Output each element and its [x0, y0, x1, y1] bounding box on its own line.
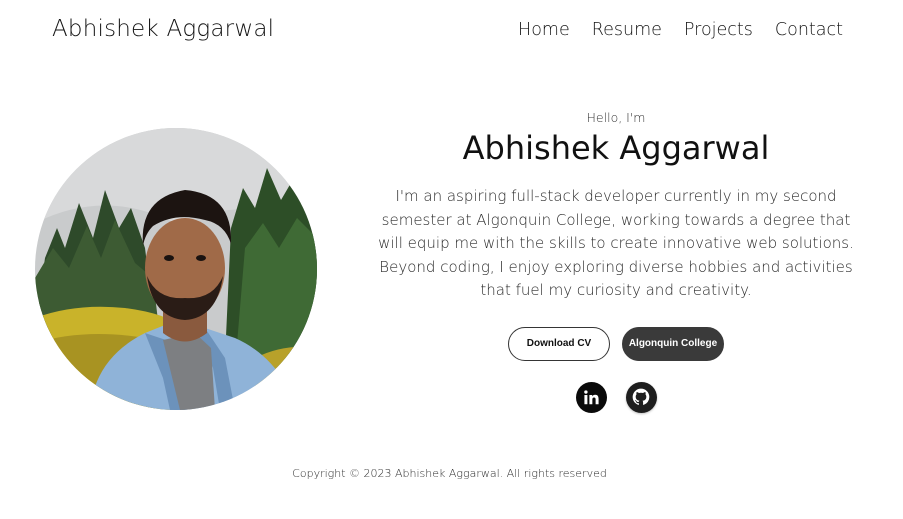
- nav-home-link[interactable]: Home: [518, 20, 570, 40]
- github-icon[interactable]: [625, 381, 657, 413]
- intro-section: Hello, I'm Abhishek Aggarwal I'm an aspi…: [370, 110, 862, 413]
- bio-text: I'm an aspiring full-stack developer cur…: [378, 187, 854, 299]
- main-nav: Home Resume Projects Contact: [518, 20, 843, 40]
- site-footer: Copyright © 2023 Abhishek Aggarwal. All …: [0, 467, 903, 480]
- profile-photo: [35, 128, 317, 410]
- site-logo[interactable]: Abhishek Aggarwal: [52, 16, 274, 42]
- portfolio-page: Abhishek Aggarwal Home Resume Projects C…: [0, 0, 903, 519]
- nav-contact-link[interactable]: Contact: [775, 20, 843, 40]
- profile-name: Abhishek Aggarwal: [462, 129, 770, 167]
- action-buttons: Download CV Algonquin College: [370, 326, 862, 361]
- nav-resume-link[interactable]: Resume: [592, 20, 662, 40]
- linkedin-icon[interactable]: [575, 381, 607, 413]
- download-cv-button[interactable]: Download CV: [508, 326, 610, 361]
- algonquin-college-button[interactable]: Algonquin College: [622, 326, 724, 361]
- nav-projects-link[interactable]: Projects: [684, 20, 753, 40]
- greeting-text: Hello, I'm: [586, 110, 646, 125]
- copyright-text: Copyright © 2023 Abhishek Aggarwal. All …: [292, 467, 607, 480]
- social-links: [370, 381, 862, 413]
